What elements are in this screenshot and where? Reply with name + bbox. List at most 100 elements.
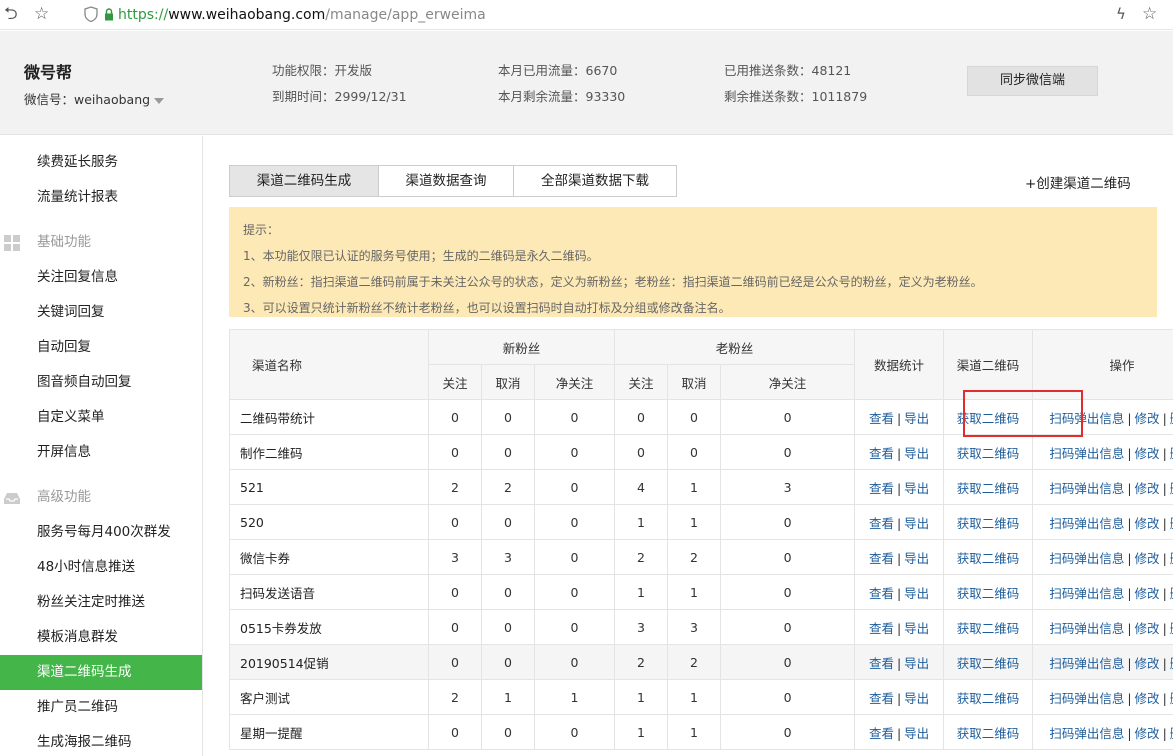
- export-link[interactable]: 导出: [904, 691, 929, 706]
- edit-link[interactable]: 修改: [1135, 481, 1160, 496]
- view-link[interactable]: 查看: [869, 726, 894, 741]
- view-link[interactable]: 查看: [869, 481, 894, 496]
- view-link[interactable]: 查看: [869, 411, 894, 426]
- export-link[interactable]: 导出: [904, 411, 929, 426]
- address-bar[interactable]: https://www.weihaobang.com/manage/app_er…: [78, 3, 1148, 27]
- new-net-count: 0: [533, 504, 616, 540]
- edit-link[interactable]: 修改: [1135, 726, 1160, 741]
- export-link[interactable]: 导出: [904, 656, 929, 671]
- export-link[interactable]: 导出: [904, 586, 929, 601]
- edit-link[interactable]: 修改: [1135, 516, 1160, 531]
- sidebar-section-label: 基础功能: [37, 234, 91, 250]
- new-follow-count: 0: [428, 504, 482, 540]
- tab-download-all[interactable]: 全部渠道数据下载: [513, 165, 677, 197]
- tab-channel-data[interactable]: 渠道数据查询: [378, 165, 514, 197]
- separator: |: [896, 480, 902, 496]
- scan-popup-info-link[interactable]: 扫码弹出信息: [1049, 656, 1124, 671]
- view-link[interactable]: 查看: [869, 516, 894, 531]
- view-link[interactable]: 查看: [869, 621, 894, 636]
- view-link[interactable]: 查看: [869, 446, 894, 461]
- qrcode-cell: 获取二维码: [943, 644, 1034, 680]
- get-qrcode-link[interactable]: 获取二维码: [957, 516, 1020, 531]
- sidebar-item-traffic-report[interactable]: 流量统计报表: [0, 180, 202, 215]
- view-link[interactable]: 查看: [869, 656, 894, 671]
- scan-popup-info-link[interactable]: 扫码弹出信息: [1049, 516, 1124, 531]
- new-cancel-count: 0: [481, 574, 535, 610]
- sidebar-item-splash-info[interactable]: 开屏信息: [0, 435, 202, 470]
- new-follow-count: 2: [428, 469, 482, 505]
- separator: |: [896, 725, 902, 741]
- sidebar-item-follow-reply[interactable]: 关注回复信息: [0, 260, 202, 295]
- view-link[interactable]: 查看: [869, 691, 894, 706]
- export-link[interactable]: 导出: [904, 446, 929, 461]
- sidebar-item-auto-reply[interactable]: 自动回复: [0, 330, 202, 365]
- stats-cell: 查看 | 导出: [854, 609, 945, 645]
- old-net-count: 0: [720, 714, 856, 750]
- edit-link[interactable]: 修改: [1135, 691, 1160, 706]
- get-qrcode-link[interactable]: 获取二维码: [957, 691, 1020, 706]
- star-icon[interactable]: ☆: [34, 4, 49, 24]
- separator: |: [1127, 725, 1132, 741]
- create-channel-qrcode-link[interactable]: +创建渠道二维码: [1025, 172, 1131, 192]
- get-qrcode-link[interactable]: 获取二维码: [957, 621, 1020, 636]
- get-qrcode-link[interactable]: 获取二维码: [957, 726, 1020, 741]
- sidebar-item-media-reply[interactable]: 图音频自动回复: [0, 365, 202, 400]
- scan-popup-info-link[interactable]: 扫码弹出信息: [1049, 481, 1124, 496]
- tab-channel-qrcode[interactable]: 渠道二维码生成: [229, 165, 379, 197]
- get-qrcode-link[interactable]: 获取二维码: [957, 446, 1020, 461]
- separator: |: [896, 550, 902, 566]
- edit-link[interactable]: 修改: [1135, 586, 1160, 601]
- new-cancel-count: 1: [481, 679, 535, 715]
- edit-link[interactable]: 修改: [1135, 656, 1160, 671]
- sidebar-item-custom-menu[interactable]: 自定义菜单: [0, 400, 202, 435]
- scan-popup-info-link[interactable]: 扫码弹出信息: [1049, 726, 1124, 741]
- new-follow-count: 3: [428, 539, 482, 575]
- separator: |: [1162, 725, 1167, 741]
- edit-link[interactable]: 修改: [1135, 446, 1160, 461]
- export-link[interactable]: 导出: [904, 551, 929, 566]
- stats-cell: 查看 | 导出: [854, 469, 945, 505]
- export-link[interactable]: 导出: [904, 481, 929, 496]
- separator: |: [1127, 480, 1132, 496]
- scan-popup-info-link[interactable]: 扫码弹出信息: [1049, 446, 1124, 461]
- scan-popup-info-link[interactable]: 扫码弹出信息: [1049, 691, 1124, 706]
- scan-popup-info-link[interactable]: 扫码弹出信息: [1049, 551, 1124, 566]
- old-follow-count: 0: [614, 434, 669, 470]
- sidebar-item-48h-push[interactable]: 48小时信息推送: [0, 550, 202, 585]
- view-link[interactable]: 查看: [869, 586, 894, 601]
- get-qrcode-link[interactable]: 获取二维码: [957, 586, 1020, 601]
- sidebar-item-renew[interactable]: 续费延长服务: [0, 145, 202, 180]
- sidebar-item-channel-qrcode[interactable]: 渠道二维码生成: [0, 655, 202, 690]
- edit-link[interactable]: 修改: [1135, 621, 1160, 636]
- sidebar-item-promoter-qrcode[interactable]: 推广员二维码: [0, 690, 202, 725]
- get-qrcode-link[interactable]: 获取二维码: [957, 656, 1020, 671]
- export-link[interactable]: 导出: [904, 516, 929, 531]
- separator: |: [1127, 410, 1132, 426]
- channel-name: 20190514促销: [229, 644, 429, 680]
- sidebar-item-template-msg[interactable]: 模板消息群发: [0, 620, 202, 655]
- lightning-icon[interactable]: ϟ: [1116, 4, 1126, 24]
- wechat-account-selector[interactable]: 微信号：weihaobang: [24, 89, 165, 108]
- get-qrcode-link[interactable]: 获取二维码: [957, 551, 1020, 566]
- old-follow-count: 1: [614, 714, 669, 750]
- export-link[interactable]: 导出: [904, 621, 929, 636]
- sidebar-item-scheduled-push[interactable]: 粉丝关注定时推送: [0, 585, 202, 620]
- view-link[interactable]: 查看: [869, 551, 894, 566]
- scan-popup-info-link[interactable]: 扫码弹出信息: [1049, 586, 1124, 601]
- sidebar-item-poster-qrcode[interactable]: 生成海报二维码: [0, 725, 202, 756]
- sidebar-item-keyword-reply[interactable]: 关键词回复: [0, 295, 202, 330]
- edit-link[interactable]: 修改: [1135, 551, 1160, 566]
- sidebar-item-mass-send[interactable]: 服务号每月400次群发: [0, 515, 202, 550]
- operations-cell: 扫码弹出信息|修改|删除: [1032, 539, 1173, 575]
- new-net-count: 0: [533, 644, 616, 680]
- sync-wechat-button[interactable]: 同步微信端: [967, 66, 1098, 96]
- undo-icon[interactable]: ⮌: [4, 4, 18, 24]
- get-qrcode-link[interactable]: 获取二维码: [957, 481, 1020, 496]
- old-follow-count: 1: [614, 574, 669, 610]
- edit-link[interactable]: 修改: [1135, 411, 1160, 426]
- favorite-star-icon[interactable]: ☆: [1142, 4, 1157, 24]
- channel-name: 520: [229, 504, 429, 540]
- app-header: 微号帮 微信号：weihaobang 功能权限：开发版 到期时间：2999/12…: [0, 31, 1173, 135]
- scan-popup-info-link[interactable]: 扫码弹出信息: [1049, 621, 1124, 636]
- export-link[interactable]: 导出: [904, 726, 929, 741]
